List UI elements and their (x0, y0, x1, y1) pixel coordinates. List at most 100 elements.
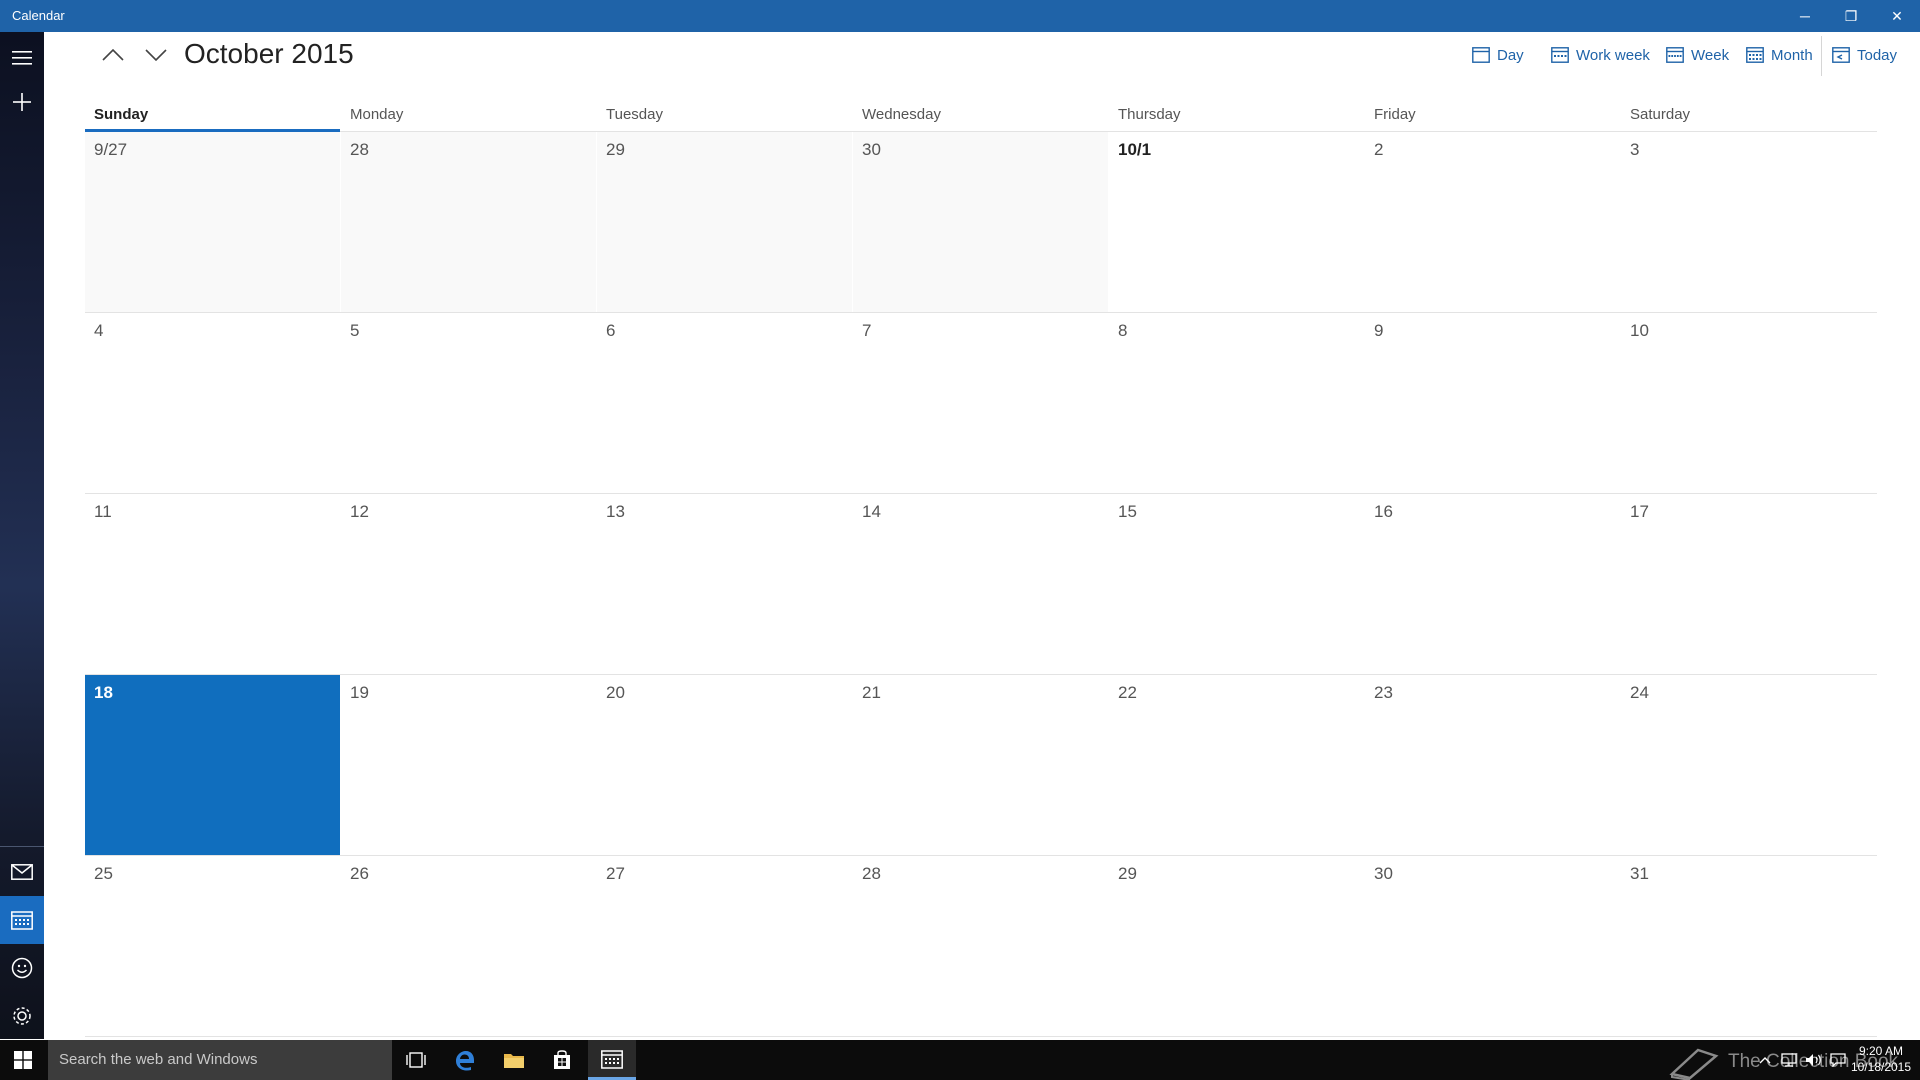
day-cell[interactable]: 22 (1109, 675, 1364, 855)
day-cell[interactable]: 31 (1621, 856, 1877, 1036)
close-button[interactable]: ✕ (1874, 0, 1920, 32)
task-view-icon[interactable] (392, 1040, 440, 1080)
volume-icon[interactable] (1802, 1040, 1826, 1080)
day-cell[interactable]: 19 (341, 675, 596, 855)
day-number: 15 (1118, 502, 1137, 521)
week-row: 4 5 6 7 8 9 10 (85, 313, 1877, 494)
hamburger-menu-icon[interactable] (0, 34, 44, 82)
week-row: 11 12 13 14 15 16 17 (85, 494, 1877, 675)
day-cell[interactable]: 10 (1621, 313, 1877, 493)
day-number: 30 (1374, 864, 1393, 883)
previous-month-button[interactable] (95, 40, 131, 70)
today-button[interactable]: Today (1832, 40, 1897, 70)
view-month-button[interactable]: Month (1746, 40, 1813, 70)
plus-icon[interactable] (0, 78, 44, 126)
day-cell[interactable]: 21 (853, 675, 1108, 855)
day-cell[interactable]: 9/27 (85, 132, 340, 312)
day-number: 14 (862, 502, 881, 521)
day-number: 21 (862, 683, 881, 702)
day-cell[interactable]: 10/1 (1109, 132, 1364, 312)
day-number: 27 (606, 864, 625, 883)
day-cell[interactable]: 17 (1621, 494, 1877, 674)
windows-logo-icon (14, 1051, 32, 1069)
day-number: 5 (350, 321, 360, 340)
day-cell[interactable]: 24 (1621, 675, 1877, 855)
week-row: 9/27 28 29 30 10/1 2 3 (85, 132, 1877, 313)
day-cell[interactable]: 25 (85, 856, 340, 1036)
day-number: 18 (94, 683, 113, 702)
day-cell[interactable]: 29 (597, 132, 852, 312)
maximize-button[interactable]: ❐ (1828, 0, 1874, 32)
view-week-label: Week (1691, 46, 1730, 64)
day-number: 29 (606, 140, 625, 159)
day-number: 20 (606, 683, 625, 702)
day-number: 31 (1630, 864, 1649, 883)
minimize-button[interactable]: ─ (1782, 0, 1828, 32)
day-cell[interactable]: 13 (597, 494, 852, 674)
smiley-icon[interactable] (0, 944, 44, 992)
day-cell[interactable]: 20 (597, 675, 852, 855)
day-cell[interactable]: 29 (1109, 856, 1364, 1036)
day-cell[interactable]: 30 (853, 132, 1108, 312)
day-number: 25 (94, 864, 113, 883)
store-icon[interactable] (538, 1040, 586, 1080)
day-cell[interactable]: 23 (1365, 675, 1620, 855)
view-work-week-button[interactable]: Work week (1551, 40, 1650, 70)
day-number: 16 (1374, 502, 1393, 521)
weekday-header-wednesday: Wednesday (862, 106, 941, 123)
view-day-label: Day (1497, 46, 1524, 64)
view-work-week-label: Work week (1576, 46, 1650, 64)
day-cell[interactable]: 5 (341, 313, 596, 493)
clock-time: 9:20 AM (1858, 1044, 1904, 1058)
day-cell[interactable]: 11 (85, 494, 340, 674)
day-cell[interactable]: 2 (1365, 132, 1620, 312)
day-number: 12 (350, 502, 369, 521)
taskbar-search-box[interactable]: Search the web and Windows (48, 1040, 392, 1080)
weekday-header-friday: Friday (1374, 106, 1416, 123)
day-number: 9/27 (94, 140, 128, 159)
action-center-icon[interactable] (1827, 1040, 1849, 1080)
day-cell[interactable]: 27 (597, 856, 852, 1036)
day-number: 7 (862, 321, 872, 340)
calendar-app-icon[interactable] (588, 1040, 636, 1080)
mail-icon[interactable] (0, 848, 44, 896)
day-cell[interactable]: 12 (341, 494, 596, 674)
window-title: Calendar (12, 8, 65, 23)
day-cell[interactable]: 3 (1621, 132, 1877, 312)
start-button[interactable] (0, 1040, 46, 1080)
day-cell-today[interactable]: 18 (85, 675, 340, 855)
day-cell[interactable]: 7 (853, 313, 1108, 493)
day-number: 6 (606, 321, 616, 340)
day-cell[interactable]: 15 (1109, 494, 1364, 674)
view-week-button[interactable]: Week (1666, 40, 1729, 70)
title-bar: Calendar ─ ❐ ✕ (0, 0, 1920, 32)
month-grid: Sunday Monday Tuesday Wednesday Thursday Frid… (85, 98, 1877, 1037)
day-cell[interactable]: 28 (341, 132, 596, 312)
show-hidden-icons-chevron-icon[interactable] (1754, 1040, 1776, 1080)
gear-icon[interactable] (0, 992, 44, 1040)
day-cell[interactable]: 16 (1365, 494, 1620, 674)
day-cell[interactable]: 14 (853, 494, 1108, 674)
network-icon[interactable] (1777, 1040, 1801, 1080)
day-cell[interactable]: 9 (1365, 313, 1620, 493)
calendar-icon[interactable] (0, 896, 44, 944)
nav-rail (0, 32, 44, 1039)
clock-date: 10/18/2015 (1850, 1060, 1912, 1074)
day-number: 23 (1374, 683, 1393, 702)
day-number: 26 (350, 864, 369, 883)
book-logo-icon (1669, 1048, 1719, 1080)
day-number: 10/1 (1118, 140, 1152, 159)
file-explorer-icon[interactable] (490, 1040, 538, 1080)
day-cell[interactable]: 30 (1365, 856, 1620, 1036)
next-month-button[interactable] (138, 40, 174, 70)
day-cell[interactable]: 26 (341, 856, 596, 1036)
day-cell[interactable]: 4 (85, 313, 340, 493)
day-cell[interactable]: 8 (1109, 313, 1364, 493)
view-day-button[interactable]: Day (1472, 40, 1524, 70)
system-clock[interactable]: 9:20 AM 10/18/2015 (1848, 1043, 1914, 1075)
taskbar: Search the web and Windows The Collectio… (0, 1040, 1920, 1080)
edge-browser-icon[interactable] (441, 1040, 489, 1080)
day-cell[interactable]: 28 (853, 856, 1108, 1036)
day-cell[interactable]: 6 (597, 313, 852, 493)
day-number: 19 (350, 683, 369, 702)
